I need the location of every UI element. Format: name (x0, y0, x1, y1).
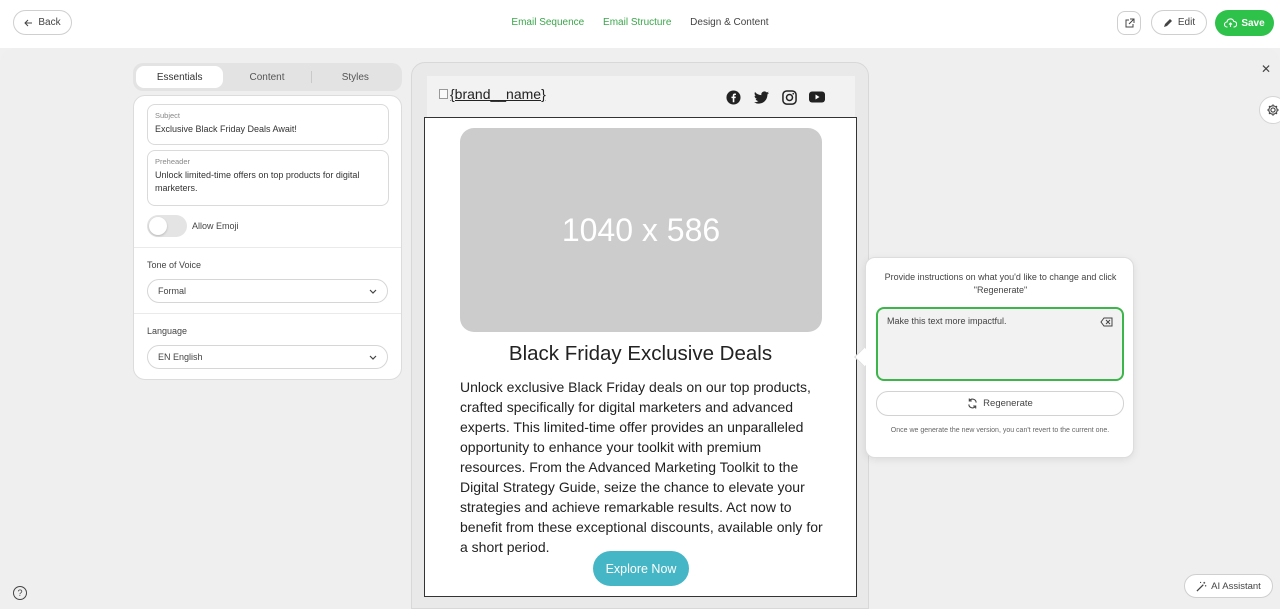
regenerate-button[interactable]: Regenerate (876, 391, 1124, 416)
tab-essentials[interactable]: Essentials (136, 66, 224, 88)
emoji-label: Allow Emoji (192, 221, 239, 231)
tone-select[interactable]: Formal (147, 279, 388, 303)
ai-regenerate-popover: Provide instructions on what you'd like … (865, 257, 1134, 458)
tab-content[interactable]: Content (223, 66, 310, 88)
edit-button[interactable]: Edit (1151, 10, 1207, 35)
step-email-sequence[interactable]: Email Sequence (511, 17, 584, 28)
refresh-icon (968, 398, 977, 409)
email-headline[interactable]: Black Friday Exclusive Deals (425, 342, 856, 366)
tab-styles[interactable]: Styles (312, 66, 399, 88)
close-icon[interactable]: ✕ (1261, 62, 1271, 76)
preheader-field[interactable]: Preheader Unlock limited-time offers on … (147, 150, 389, 206)
prompt-input[interactable] (876, 307, 1124, 381)
instagram-icon[interactable] (780, 88, 798, 106)
regenerate-label: Regenerate (983, 398, 1033, 409)
settings-button[interactable] (1259, 96, 1280, 124)
external-link-icon (1125, 18, 1134, 27)
language-select[interactable]: EN English (147, 345, 388, 369)
essentials-panel: Subject Exclusive Black Friday Deals Awa… (133, 95, 402, 380)
panel-tabs: Essentials Content Styles (133, 63, 402, 91)
preheader-label: Preheader (155, 157, 191, 166)
popover-instructions: Provide instructions on what you'd like … (884, 272, 1117, 295)
email-content-block[interactable]: 1040 x 586 Black Friday Exclusive Deals … (424, 117, 857, 597)
clear-input-icon[interactable] (1100, 314, 1113, 332)
pencil-icon (1163, 18, 1172, 27)
step-nav: Email Sequence Email Structure Design & … (0, 17, 1280, 28)
edit-label: Edit (1177, 17, 1196, 28)
help-icon[interactable]: ? (13, 586, 27, 600)
revert-warning: Once we generate the new version, you ca… (890, 427, 1110, 434)
ai-assistant-button[interactable]: AI Assistant (1184, 574, 1273, 598)
preheader-value: Unlock limited-time offers on top produc… (155, 170, 360, 193)
step-design-content[interactable]: Design & Content (690, 17, 768, 28)
subject-label: Subject (155, 111, 181, 120)
brand-alt-text: {brand__name} (450, 86, 546, 102)
youtube-icon[interactable] (808, 88, 826, 106)
broken-image-icon (439, 89, 448, 99)
ai-assistant-label: AI Assistant (1211, 580, 1261, 592)
hero-image-placeholder[interactable]: 1040 x 586 (460, 128, 822, 332)
brand-logo[interactable]: {brand__name} (439, 86, 546, 102)
toggle-knob (149, 217, 167, 235)
top-bar: Back Email Sequence Email Structure Desi… (0, 0, 1280, 48)
save-button[interactable]: Save (1215, 10, 1274, 36)
language-label: Language (147, 326, 188, 336)
facebook-icon[interactable] (724, 88, 742, 106)
popover-arrow-cover (866, 343, 876, 371)
twitter-icon[interactable] (752, 88, 770, 106)
cloud-upload-icon (1224, 18, 1238, 28)
step-email-structure[interactable]: Email Structure (603, 17, 671, 28)
explore-now-button[interactable]: Explore Now (593, 551, 689, 586)
emoji-toggle[interactable] (147, 215, 187, 237)
divider (134, 247, 401, 248)
save-label: Save (1241, 17, 1265, 29)
tone-label: Tone of Voice (147, 260, 202, 270)
divider (134, 313, 401, 314)
gear-icon (1267, 104, 1279, 116)
chevron-down-icon (369, 289, 377, 294)
chevron-down-icon (369, 355, 377, 360)
tone-value: Formal (158, 286, 187, 296)
subject-field[interactable]: Subject Exclusive Black Friday Deals Awa… (147, 104, 389, 145)
social-links (724, 88, 826, 106)
subject-value: Exclusive Black Friday Deals Await! (155, 124, 297, 134)
email-body-text[interactable]: Unlock exclusive Black Friday deals on o… (460, 377, 828, 557)
language-value: EN English (158, 352, 203, 362)
preview-button[interactable] (1117, 11, 1141, 35)
magic-wand-icon (1196, 581, 1207, 592)
